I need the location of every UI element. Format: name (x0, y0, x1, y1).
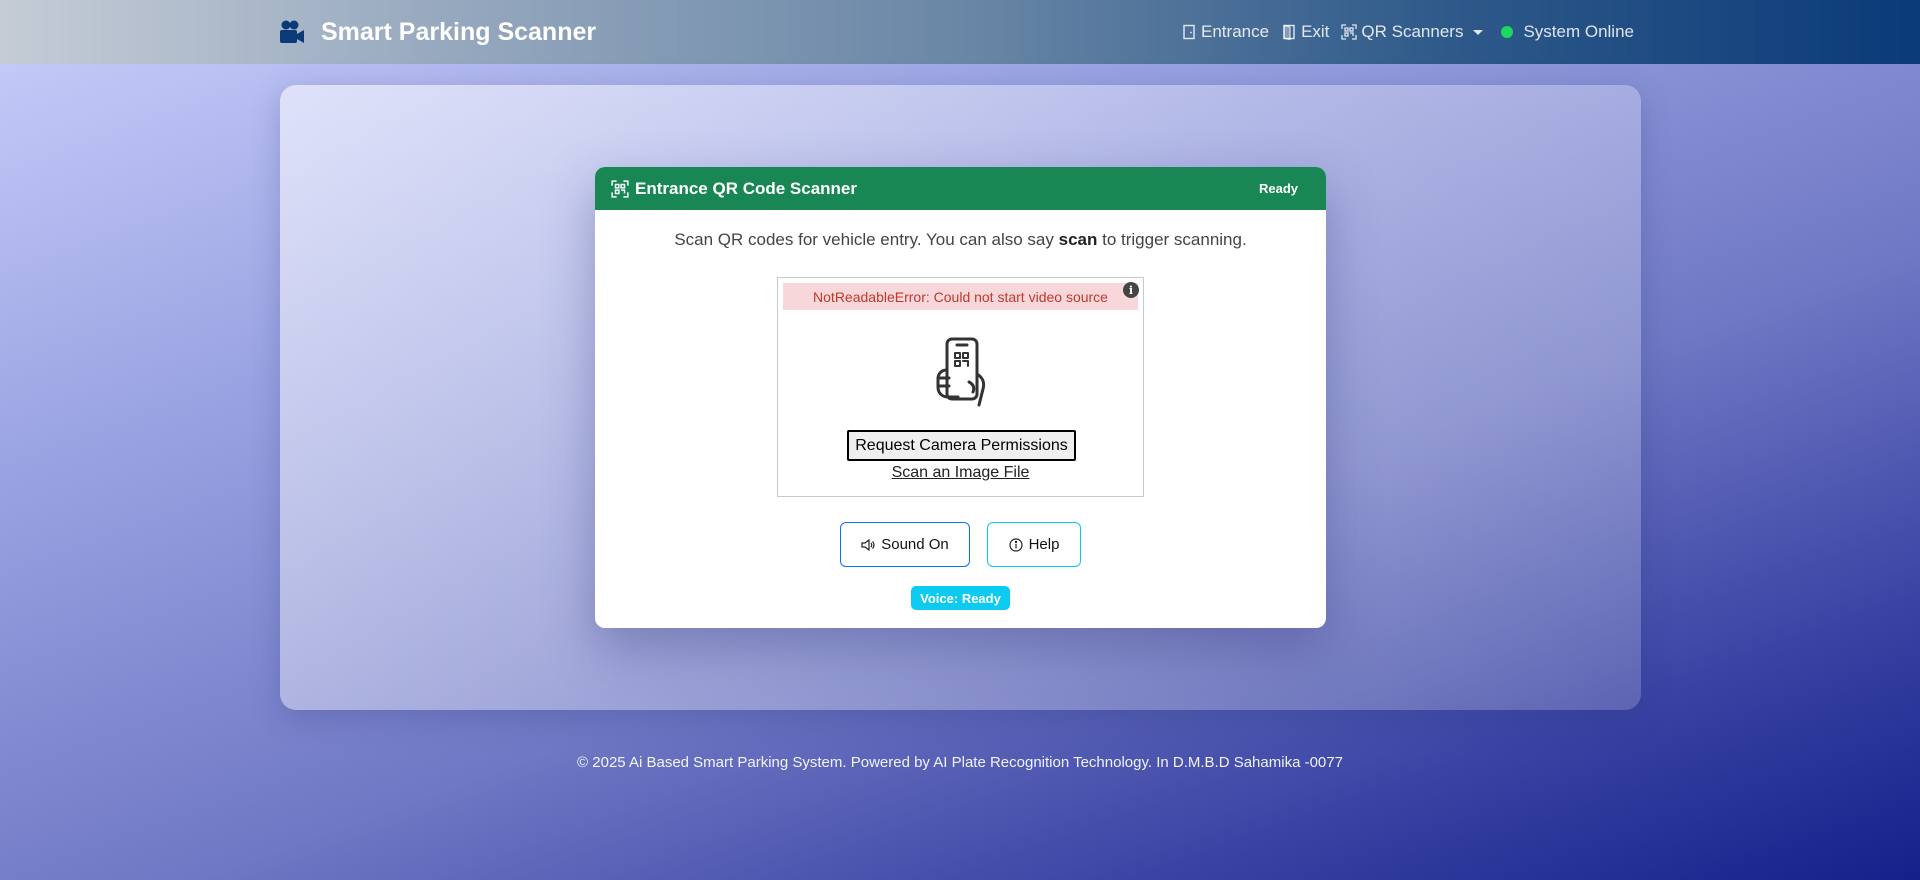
door-open-icon (1283, 24, 1295, 40)
footer-text: © 2025 Ai Based Smart Parking System. Po… (577, 754, 1343, 771)
qr-scan-icon (611, 179, 629, 198)
nav-link-entrance-label: Entrance (1201, 22, 1270, 41)
qr-reader-area: NotReadableError: Could not start video … (777, 277, 1144, 497)
top-navbar: Smart Parking Scanner Entrance Exit QR S… (0, 0, 1920, 64)
help-button[interactable]: Help (987, 522, 1081, 567)
sound-toggle-button[interactable]: Sound On (840, 522, 970, 567)
info-icon[interactable]: i (1123, 282, 1139, 298)
nav-link-exit[interactable]: Exit (1281, 22, 1329, 42)
card-header: Entrance QR Code Scanner Ready (595, 167, 1326, 210)
description-prefix: Scan QR codes for vehicle entry. You can… (674, 230, 1054, 249)
help-button-label: Help (1028, 536, 1060, 553)
scanner-card: Entrance QR Code Scanner Ready Scan QR c… (595, 167, 1326, 628)
scanner-actions: Sound On Help (840, 522, 1081, 567)
chevron-down-icon (1473, 29, 1484, 35)
request-camera-permissions-button[interactable]: Request Camera Permissions (847, 430, 1076, 461)
system-status: System Online (1495, 22, 1634, 42)
card-description: Scan QR codes for vehicle entry. You can… (595, 230, 1326, 250)
phone-qr-scan-icon (936, 337, 986, 407)
qr-scan-icon (1341, 24, 1358, 40)
door-icon (1183, 24, 1195, 40)
speaker-icon (861, 538, 875, 551)
description-keyword: scan (1058, 230, 1098, 249)
system-status-label: System Online (1523, 22, 1634, 41)
card-title-label: Entrance QR Code Scanner (635, 178, 858, 198)
scan-image-file-link[interactable]: Scan an Image File (778, 464, 1143, 482)
card-title: Entrance QR Code Scanner (611, 179, 857, 199)
brand[interactable]: Smart Parking Scanner (279, 14, 596, 50)
camera-error-message: NotReadableError: Could not start video … (783, 283, 1138, 310)
scanner-status-label: Ready (1258, 181, 1298, 196)
sound-toggle-label: Sound On (881, 536, 949, 553)
nav-dropdown-qr-scanners-label: QR Scanners (1361, 22, 1464, 41)
video-camera-icon (280, 20, 304, 43)
nav-links: Entrance Exit QR Scanners System Online (1181, 18, 1634, 46)
description-suffix: to trigger scanning. (1102, 230, 1247, 249)
voice-status-badge: Voice: Ready (911, 586, 1010, 610)
nav-link-exit-label: Exit (1301, 22, 1330, 41)
info-circle-icon (1008, 537, 1023, 552)
status-dot-icon (1501, 26, 1514, 38)
nav-dropdown-qr-scanners[interactable]: QR Scanners (1341, 22, 1484, 42)
brand-title: Smart Parking Scanner (321, 17, 597, 46)
nav-link-entrance[interactable]: Entrance (1181, 22, 1269, 42)
